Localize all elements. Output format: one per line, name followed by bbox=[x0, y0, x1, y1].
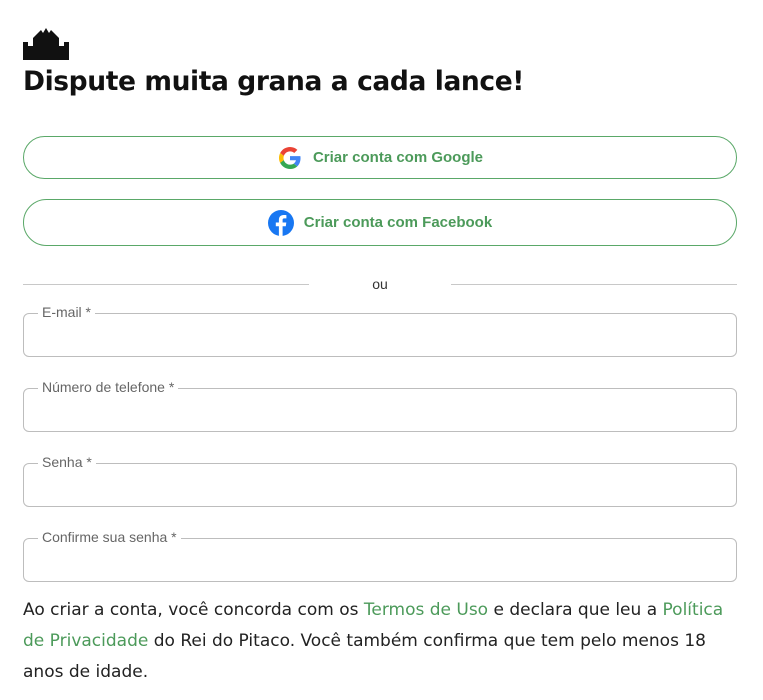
confirm-password-label: Confirme sua senha * bbox=[38, 529, 181, 545]
terms-text-part2: e declara que leu a bbox=[488, 600, 663, 620]
divider-line-right bbox=[451, 284, 737, 285]
terms-text: Ao criar a conta, você concorda com os T… bbox=[23, 595, 748, 688]
phone-input[interactable] bbox=[36, 397, 724, 427]
google-signup-label: Criar conta com Google bbox=[312, 149, 484, 166]
terms-of-use-link[interactable]: Termos de Uso bbox=[364, 600, 488, 620]
terms-text-part1: Ao criar a conta, você concorda com os bbox=[23, 600, 364, 620]
email-label: E-mail * bbox=[38, 304, 96, 320]
email-input[interactable] bbox=[36, 322, 724, 352]
confirm-password-input[interactable] bbox=[36, 547, 724, 577]
divider-line-left bbox=[23, 284, 309, 285]
password-label: Senha * bbox=[38, 454, 96, 470]
page-title: Dispute muita grana a cada lance! bbox=[23, 66, 524, 97]
password-field[interactable]: Senha * bbox=[23, 454, 737, 507]
facebook-icon bbox=[267, 209, 294, 236]
google-icon bbox=[277, 145, 303, 171]
logo-icon bbox=[23, 28, 69, 60]
phone-field[interactable]: Número de telefone * bbox=[23, 379, 737, 432]
facebook-signup-label: Criar conta com Facebook bbox=[303, 214, 493, 231]
facebook-signup-button[interactable]: Criar conta com Facebook bbox=[23, 199, 737, 246]
phone-label: Número de telefone * bbox=[38, 379, 179, 395]
confirm-password-field[interactable]: Confirme sua senha * bbox=[23, 529, 737, 582]
google-signup-button[interactable]: Criar conta com Google bbox=[23, 136, 737, 179]
password-input[interactable] bbox=[36, 472, 724, 502]
divider-text: ou bbox=[372, 276, 388, 292]
email-field[interactable]: E-mail * bbox=[23, 304, 737, 357]
